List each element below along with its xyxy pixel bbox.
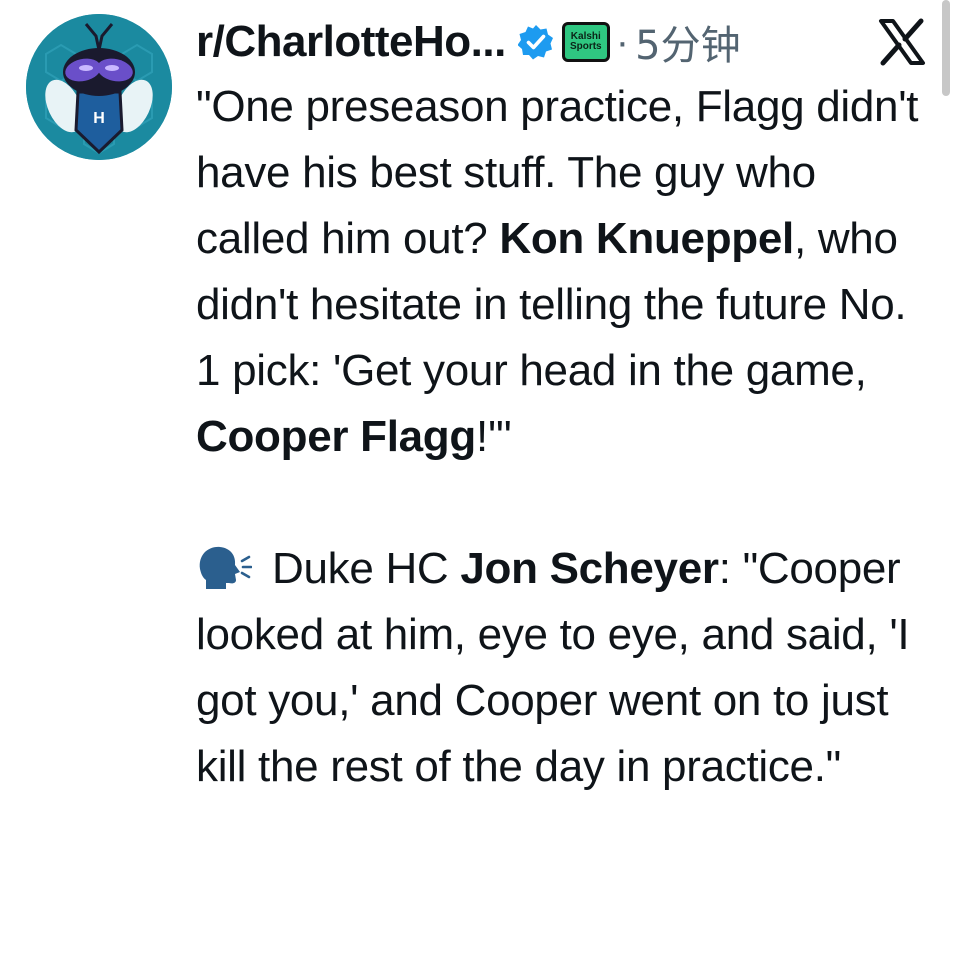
kalshi-sports-badge[interactable]: Kalshi Sports [561,22,610,62]
x-logo-icon[interactable] [876,16,928,68]
avatar[interactable]: H [26,14,172,160]
post-header: r/CharlotteHo... Kalshi Sports · 5分钟 [196,12,741,72]
text-segment: Duke HC [272,544,461,593]
bold-name: Kon Knueppel [499,214,794,263]
affiliate-badge-line2: Sports [569,41,602,52]
post-paragraph-2: Duke HC Jon Scheyer: "Cooper looked at h… [196,536,936,800]
tweet[interactable]: H r/CharlotteHo... Kalshi Sports · 5分钟 "… [0,0,960,970]
bold-name: Jon Scheyer [460,544,719,593]
text-segment: !'" [475,412,512,461]
speaking-head-icon [196,542,253,589]
bold-name: Cooper Flagg [196,412,476,461]
post-paragraph-1: "One preseason practice, Flagg didn't ha… [196,74,936,470]
svg-text:H: H [93,110,105,127]
author-name[interactable]: r/CharlotteHo... [196,17,506,67]
verified-badge-icon[interactable] [517,24,554,60]
scrollbar[interactable] [942,0,950,96]
hornet-logo-icon: H [26,14,172,160]
timestamp[interactable]: 5分钟 [635,13,740,71]
post-body: "One preseason practice, Flagg didn't ha… [196,74,936,800]
header-separator: · [615,19,630,64]
